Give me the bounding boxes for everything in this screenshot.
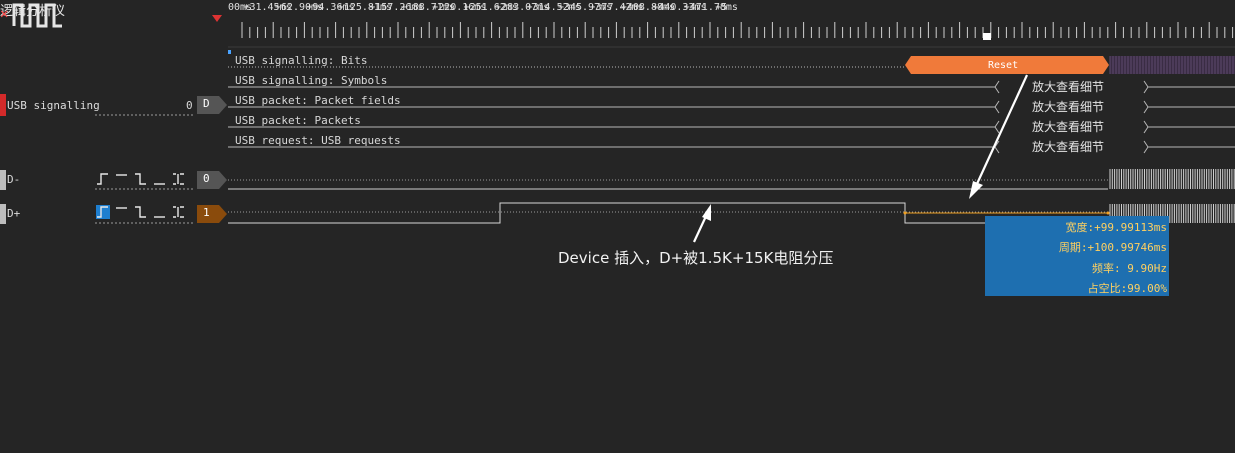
measure-duty: 占空比:99.00% [1087, 282, 1167, 295]
zoom-hint: 放大查看细节 [1032, 120, 1105, 134]
any-edge-icon[interactable] [172, 172, 186, 186]
rising-edge-icon[interactable] [96, 172, 110, 186]
channel-tag-d-plus[interactable] [197, 205, 227, 223]
channel-tag-label: D [203, 97, 210, 110]
channel-tag-usb[interactable] [197, 96, 227, 114]
low-level-icon[interactable] [153, 172, 167, 186]
annotation-row-label: USB signalling: Bits [235, 54, 368, 67]
measure-width: 宽度:+99.99113ms [1065, 221, 1167, 234]
channel-name-usb-signalling[interactable]: USB signalling [7, 99, 100, 112]
zoom-hint: 放大查看细节 [1032, 80, 1105, 94]
channel-color-marker [0, 94, 6, 116]
annotation-row-label: USB packet: Packet fields [235, 94, 401, 107]
low-level-icon[interactable] [153, 205, 167, 219]
reset-label: Reset [988, 60, 1019, 71]
channel-name-d-plus[interactable]: D+ [7, 207, 20, 220]
falling-edge-icon[interactable] [134, 172, 148, 186]
zoom-hint: 放大查看细节 [1032, 100, 1105, 114]
annotation-caption: Device 插入，D+被1.5K+15K电阻分压 [558, 249, 834, 267]
falling-edge-icon[interactable] [134, 205, 148, 219]
channel-name-d-minus[interactable]: D- [7, 173, 20, 186]
annotation-row-label: USB signalling: Symbols [235, 74, 388, 87]
channel-value: 0 [186, 99, 193, 112]
measurement-panel: 宽度:+99.99113ms 周期:+100.99746ms 频率: 9.90H… [985, 216, 1169, 296]
zoom-hint: 放大查看细节 [1032, 140, 1105, 154]
annotation-row-label: USB packet: Packets [235, 114, 361, 127]
channel-tag-d-minus[interactable] [197, 171, 227, 189]
channel-tag-label: 1 [203, 206, 210, 219]
channel-color-marker [0, 170, 6, 190]
high-level-icon[interactable] [115, 172, 129, 186]
any-edge-icon[interactable] [172, 205, 186, 219]
measure-frequency: 频率: 9.90Hz [1092, 262, 1167, 275]
channel-tag-label: 0 [203, 172, 210, 185]
rising-edge-icon[interactable] [96, 205, 110, 219]
measure-period: 周期:+100.99746ms [1058, 241, 1167, 254]
high-level-icon[interactable] [115, 205, 129, 219]
annotation-row-label: USB request: USB requests [235, 134, 401, 147]
channel-color-marker [0, 204, 6, 224]
annotation-arrows [693, 74, 1028, 243]
